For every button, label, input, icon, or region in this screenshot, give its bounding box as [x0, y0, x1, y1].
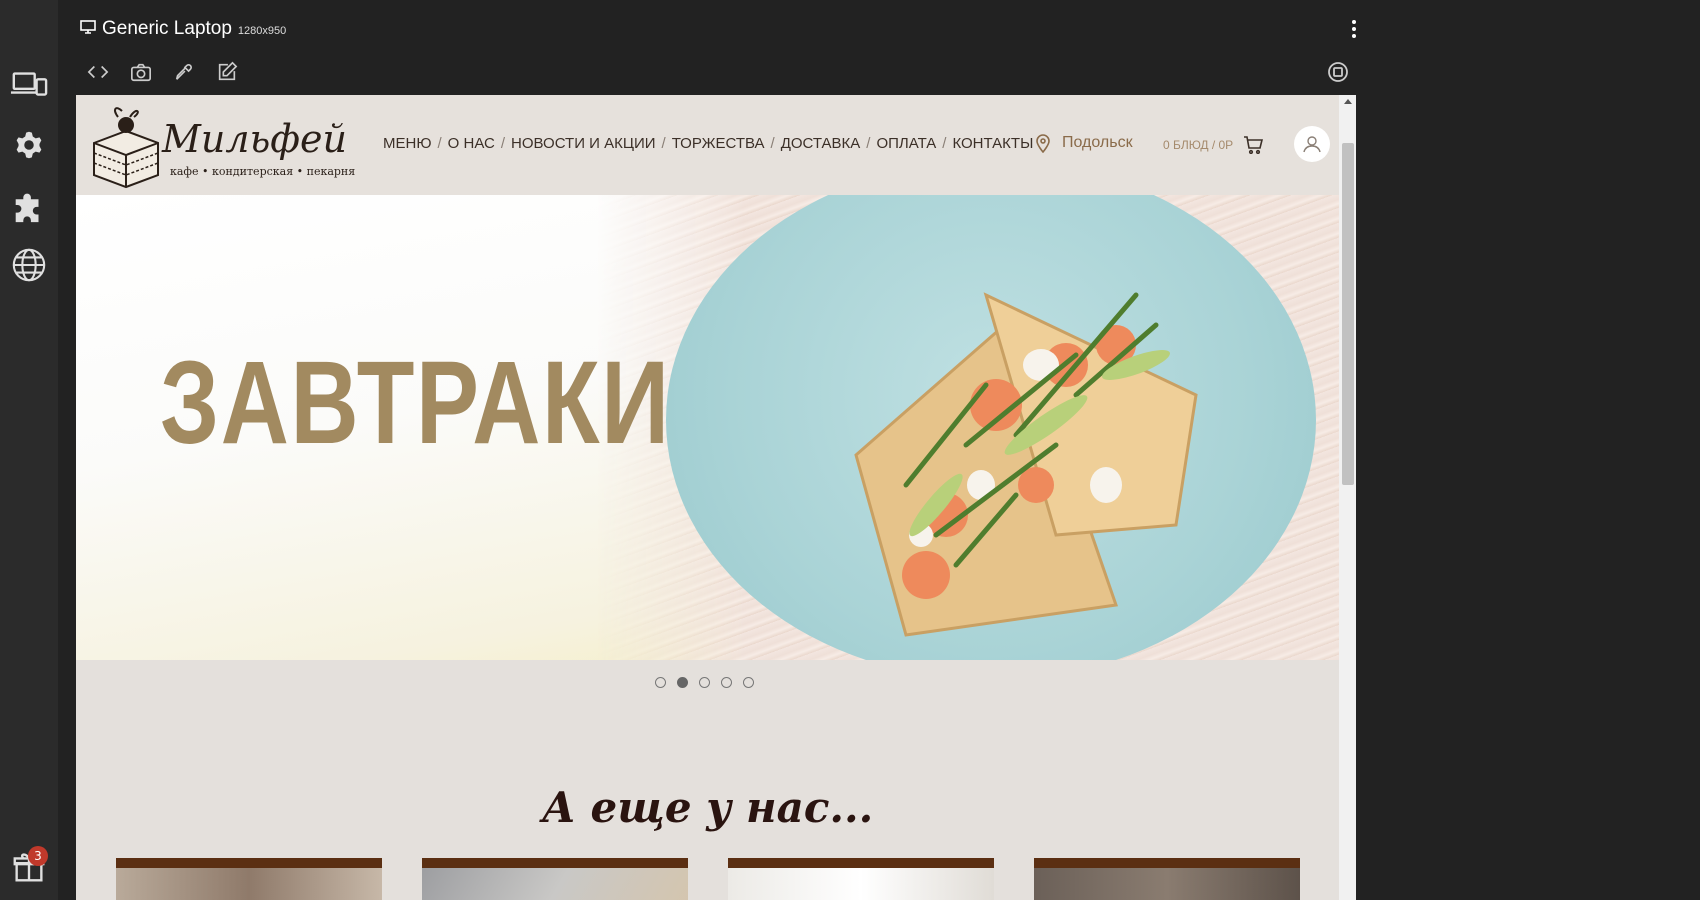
main-nav: МЕНЮ / О НАС / НОВОСТИ И АКЦИИ / ТОРЖЕСТВА /… — [383, 135, 1033, 152]
nav-separator: / — [661, 135, 666, 152]
crepes-salmon-image — [854, 292, 1198, 637]
cart[interactable]: 0 БЛЮД / 0Р — [1163, 136, 1264, 154]
color-picker-icon[interactable] — [172, 60, 196, 84]
website: Мильфей кафе • кондитерская • пекарня МЕ… — [76, 95, 1339, 900]
city-name: Подольск — [1062, 134, 1133, 151]
nav-news[interactable]: НОВОСТИ И АКЦИИ — [511, 135, 655, 152]
user-icon — [1303, 136, 1321, 153]
feature-card[interactable] — [422, 858, 688, 900]
nav-contacts[interactable]: КОНТАКТЫ — [952, 135, 1033, 152]
user-account-button[interactable] — [1294, 126, 1330, 162]
code-icon[interactable] — [86, 60, 110, 84]
carousel-dot-1[interactable] — [655, 677, 666, 688]
gift-icon[interactable]: 3 — [8, 846, 50, 888]
nav-separator: / — [770, 135, 775, 152]
nav-payment[interactable]: ОПЛАТА — [876, 135, 936, 152]
devices-icon[interactable] — [8, 64, 50, 106]
device-viewport: Мильфей кафе • кондитерская • пекарня МЕ… — [76, 95, 1356, 900]
carousel-pagination — [655, 677, 754, 688]
app-window: 3 Generic Laptop 1280x950 Мильфей кафе •… — [0, 0, 1700, 900]
monitor-icon — [80, 20, 96, 34]
extensions-puzzle-icon[interactable] — [8, 184, 50, 226]
device-resolution: 1280x950 — [237, 25, 287, 37]
more-options-icon[interactable] — [1344, 18, 1364, 40]
city-selector[interactable]: Подольск — [1036, 133, 1133, 153]
device-selector[interactable]: Generic Laptop 1280x950 — [80, 18, 286, 40]
scroll-thumb[interactable] — [1342, 143, 1354, 485]
location-pin-icon — [1036, 134, 1050, 153]
section-title: А еще у нас... — [541, 783, 874, 832]
feature-card[interactable] — [1034, 858, 1300, 900]
hero-banner[interactable]: ЗАВТРАКИ — [76, 195, 1339, 660]
carousel-dot-2[interactable] — [677, 677, 688, 688]
nav-delivery[interactable]: ДОСТАВКА — [781, 135, 861, 152]
rotate-icon[interactable] — [1326, 60, 1350, 84]
site-logo[interactable]: Мильфей кафе • кондитерская • пекарня — [86, 103, 355, 189]
cart-icon — [1244, 136, 1264, 154]
feature-cards — [116, 858, 1300, 900]
feature-card[interactable] — [116, 858, 382, 900]
logo-name: Мильфей — [162, 117, 347, 161]
settings-gear-icon[interactable] — [8, 124, 50, 166]
nav-separator: / — [500, 135, 506, 152]
nav-menu[interactable]: МЕНЮ — [383, 135, 432, 152]
carousel-dot-3[interactable] — [699, 677, 710, 688]
notification-badge: 3 — [28, 846, 48, 866]
carousel-dot-5[interactable] — [743, 677, 754, 688]
globe-icon[interactable] — [8, 244, 50, 286]
cake-logo-icon — [93, 107, 159, 189]
nav-separator: / — [942, 135, 947, 152]
vertical-scrollbar[interactable] — [1339, 95, 1356, 900]
logo-tagline: кафе • кондитерская • пекарня — [170, 165, 356, 178]
left-rail: 3 — [0, 0, 58, 900]
scroll-up-arrow-icon[interactable] — [1344, 99, 1352, 104]
tool-row — [86, 60, 239, 84]
site-header: Мильфей кафе • кондитерская • пекарня МЕ… — [76, 95, 1339, 195]
nav-celebrations[interactable]: ТОРЖЕСТВА — [672, 135, 765, 152]
screenshot-camera-icon[interactable] — [129, 60, 153, 84]
nav-about[interactable]: О НАС — [448, 135, 495, 152]
device-toolbar: Generic Laptop 1280x950 — [58, 0, 1700, 96]
nav-separator: / — [437, 135, 442, 152]
nav-separator: / — [866, 135, 871, 152]
edit-icon[interactable] — [215, 60, 239, 84]
cart-summary: 0 БЛЮД / 0Р — [1163, 138, 1234, 152]
feature-card[interactable] — [728, 858, 994, 900]
banner-title: ЗАВТРАКИ — [160, 337, 671, 469]
device-name: Generic Laptop — [102, 18, 232, 39]
carousel-dot-4[interactable] — [721, 677, 732, 688]
